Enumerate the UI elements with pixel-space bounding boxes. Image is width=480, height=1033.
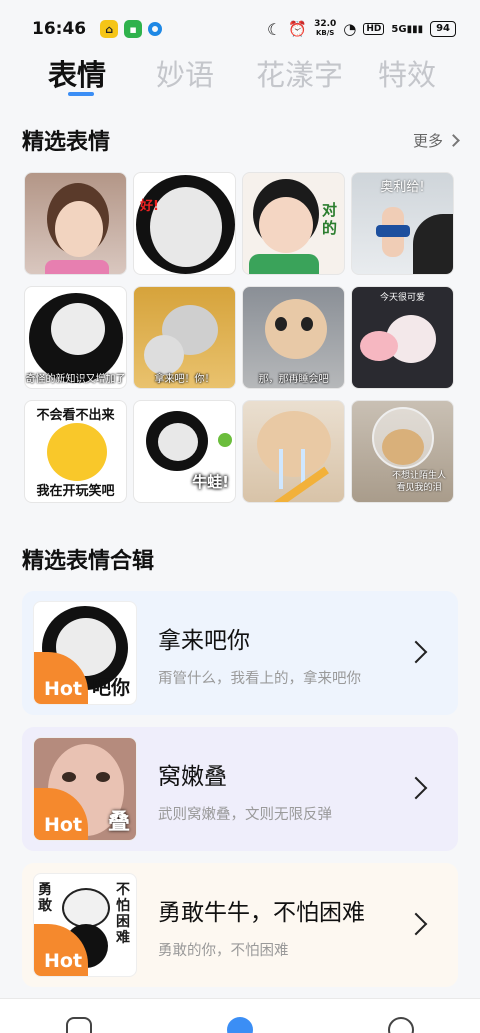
sticker-cat-crying[interactable] [242,400,345,503]
sticker-caption: 拿来吧！你！ [154,374,215,385]
battery-icon: 94 [430,21,456,37]
sticker-cat-sleep[interactable]: 那，那再睡会吧 [242,286,345,389]
collections-header: 精选表情合辑 [22,543,458,575]
home-bubble-icon[interactable] [227,1017,253,1033]
signal-icon: 5G▮▮▮ [391,23,424,35]
card-title: 拿来吧你 [158,628,250,654]
sticker-aoligei[interactable]: 奥利给! [351,172,454,275]
sticker-pig-cute[interactable]: 今天很可爱 [351,286,454,389]
tab-label: 妙语 [156,58,215,92]
sticker-toddler-1[interactable] [24,172,127,275]
tab-texiao[interactable]: 特效 [378,50,478,94]
thumb-caption: 吧你 [91,677,130,699]
featured-header: 精选表情 更多 [22,124,460,156]
chevron-right-icon [404,912,428,936]
wifi-icon: ◔ [343,20,357,38]
sticker-caption: 我在开玩笑吧 [36,484,115,499]
collection-card-nalaibani[interactable]: Hot 吧你 拿来吧你 甭管什么，我看上的，拿来吧你 [22,591,458,715]
sticker-panda-niuwa[interactable]: 牛蛙! [133,400,236,503]
card-thumbnail: Hot 吧你 [33,601,137,705]
sticker-panda-hao[interactable]: 好! [133,172,236,275]
more-link[interactable]: 更多 [412,130,460,151]
card-subtitle: 武则窝嫩叠，文则无限反弹 [158,807,332,823]
moon-icon: ☾ [267,19,282,39]
top-tabs: 表情 妙语 花漾字 特效 [0,50,480,110]
card-title: 窝嫩叠 [158,764,227,790]
shirt-icon[interactable] [66,1017,92,1033]
smiley-icon[interactable] [388,1017,414,1033]
tab-active-indicator [68,92,94,96]
bottom-nav [0,998,480,1033]
sticker-top-text: 对的 [322,201,338,237]
tab-huayangzi[interactable]: 花漾字 [256,50,378,94]
green-message-icon: ▪ [124,20,143,38]
sticker-caption: 牛蛙! [192,473,229,491]
net-speed-unit: KB/S [315,29,335,37]
featured-title: 精选表情 [22,130,111,155]
blue-circle-icon [148,22,163,36]
sticker-top-text: 好! [140,199,159,214]
thumb-side-text-left: 勇敢 [38,882,52,914]
chevron-right-icon [404,776,428,800]
sticker-grid: 好! 对的 奥利给! 奇怪的新知识又增加了 拿来吧！你！ 那，那再睡会吧 今天很… [24,172,456,503]
tab-miaoyu[interactable]: 妙语 [156,50,256,94]
sticker-caption: 不想让陌生人看见我的泪 [391,471,446,493]
collection-card-yongganniuniu[interactable]: 勇敢 不怕困难 Hot 勇敢牛牛，不怕困难 勇敢的你，不怕困难 [22,863,458,987]
sticker-emoji-joking[interactable]: 不会看不出来 我在开玩笑吧 [24,400,127,503]
sticker-toddler-duide[interactable]: 对的 [242,172,345,275]
card-title: 勇敢牛牛，不怕困难 [158,900,365,926]
sticker-cat-glass[interactable]: 不想让陌生人看见我的泪 [351,400,454,503]
more-label: 更多 [412,131,443,150]
sticker-cat-nalaiba[interactable]: 拿来吧！你！ [133,286,236,389]
sticker-top-text: 不会看不出来 [36,408,115,423]
thumb-caption: 叠 [107,810,130,835]
chevron-right-icon [447,133,460,147]
alarm-icon: ⏰ [288,20,308,38]
card-subtitle: 勇敢的你，不怕困难 [158,943,289,959]
chevron-right-icon [404,640,428,664]
sticker-top-text: 今天很可爱 [379,293,425,303]
tab-label: 花漾字 [256,58,344,92]
signal-label: 5G [391,23,407,35]
card-thumbnail: Hot 叠 [33,737,137,841]
sticker-caption: 奇怪的新知识又增加了 [25,374,126,385]
status-time: 16:46 [32,19,87,39]
tab-label: 特效 [378,58,437,92]
hd-badge: HD [363,23,385,35]
card-subtitle: 甭管什么，我看上的，拿来吧你 [158,671,361,687]
collections-title: 精选表情合辑 [22,549,155,574]
card-thumbnail: 勇敢 不怕困难 Hot [33,873,137,977]
sticker-panda-new-knowledge[interactable]: 奇怪的新知识又增加了 [24,286,127,389]
net-speed: 32.0 KB/S [314,20,336,38]
status-right: ☾ ⏰ 32.0 KB/S ◔ HD 5G▮▮▮ 94 [267,20,456,39]
collection-card-wonendie[interactable]: Hot 叠 窝嫩叠 武则窝嫩叠，文则无限反弹 [22,727,458,851]
tab-label: 表情 [48,58,107,92]
sticker-caption: 那，那再睡会吧 [258,374,329,385]
thumb-side-text-right: 不怕困难 [116,882,130,946]
net-speed-value: 32.0 [314,19,337,29]
yellow-app-icon: ⌂ [100,20,119,38]
sticker-top-text: 奥利给! [380,180,425,195]
tab-biaoqing[interactable]: 表情 [48,50,156,96]
